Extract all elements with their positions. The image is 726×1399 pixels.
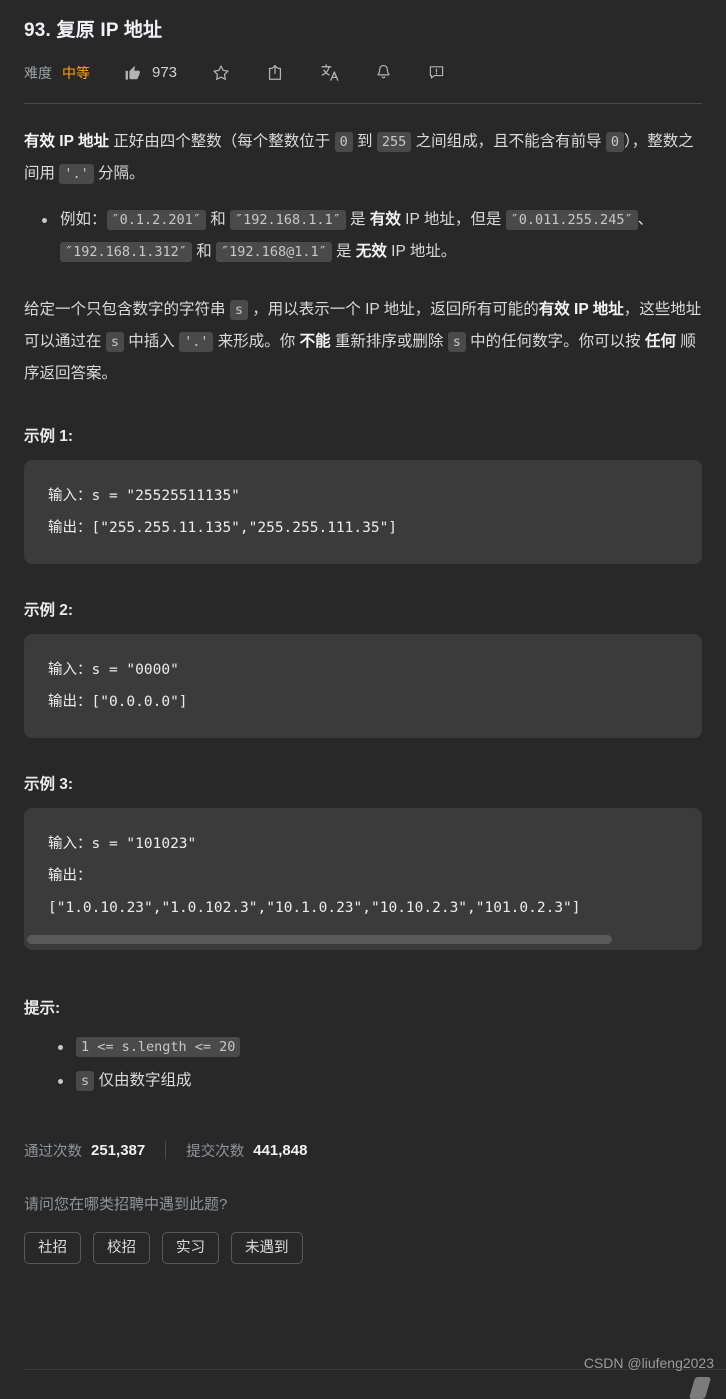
meta-toolbar: 难度 中等 973 (24, 51, 702, 95)
accepted-label: 通过次数 (24, 1143, 82, 1160)
poll-option-internship[interactable]: 实习 (162, 1231, 219, 1264)
desc2-code-s-1: s (229, 299, 248, 320)
bullet-code-invalid-3: ″192.168@1.1″ (216, 241, 332, 262)
desc-bold-lead: 有效 IP 地址 (24, 132, 109, 150)
list-item: s 仅由数字组成 (58, 1064, 702, 1098)
scrollbar-thumb[interactable] (27, 934, 612, 944)
watermark: CSDN @liufeng2023 (583, 1355, 714, 1371)
example-2-codeblock: 输入：s = "0000" 输出：["0.0.0.0"] (24, 633, 702, 738)
bullet-text-7: 是 (331, 242, 356, 260)
bullet-code-valid-1: ″0.1.2.201″ (106, 209, 206, 230)
bullet-text-5: 、 (637, 210, 654, 228)
desc2-bold-any: 任何 (645, 332, 677, 350)
desc-code-255: 255 (376, 131, 412, 152)
example-3-horizontal-scrollbar[interactable] (27, 934, 699, 944)
submissions-value: 441,848 (253, 1141, 308, 1159)
description-bullet-list: 例如： ″0.1.2.201″ 和 ″192.168.1.1″ 是 有效 IP 地… (24, 204, 702, 268)
example-3-code: 输入：s = "101023" 输出： ["1.0.10.23","1.0.10… (48, 835, 581, 916)
star-icon[interactable] (211, 60, 231, 86)
bullet-code-invalid-1: ″0.011.255.245″ (505, 209, 638, 230)
hints-list: 1 <= s.length <= 20 s 仅由数字组成 (24, 1030, 702, 1098)
submissions-label: 提交次数 (186, 1143, 245, 1160)
desc2-code-s-3: s (447, 331, 466, 352)
share-icon[interactable] (265, 60, 285, 86)
poll-option-campus-recruit[interactable]: 校招 (93, 1231, 150, 1264)
difficulty-label: 难度 (24, 64, 52, 81)
bullet-text-4: IP 地址，但是 (400, 210, 506, 228)
desc-text-1: 正好由四个整数（每个整数位于 (108, 132, 335, 150)
hint-code-s: s (76, 1070, 95, 1091)
desc2-text-1: 给定一个只包含数字的字符串 (24, 300, 230, 318)
desc2-text-5: 来形成。你 (213, 332, 300, 350)
bullet-text-6: 和 (191, 242, 217, 260)
bullet-bold-valid: 有效 (369, 210, 401, 228)
hint-code-length: 1 <= s.length <= 20 (76, 1036, 241, 1057)
bullet-code-invalid-2: ″192.168.1.312″ (60, 241, 192, 262)
difficulty-value[interactable]: 中等 (62, 63, 90, 83)
desc-code-leading-zero: 0 (605, 131, 625, 152)
translate-icon[interactable] (319, 60, 340, 86)
desc-text-2: 到 (352, 132, 377, 150)
bullet-text-2: 和 (205, 210, 231, 228)
desc2-text-4: 中插入 (123, 332, 180, 350)
description-paragraph-2: 给定一个只包含数字的字符串 s ，用以表示一个 IP 地址，返回所有可能的有效 … (24, 294, 702, 390)
hint-text-2: 仅由数字组成 (94, 1071, 192, 1089)
accepted-value: 251,387 (91, 1141, 146, 1159)
list-item: 例如： ″0.1.2.201″ 和 ″192.168.1.1″ 是 有效 IP 地… (42, 204, 702, 268)
like-button[interactable]: 973 (124, 60, 177, 86)
bullet-text-1: 例如： (60, 210, 107, 228)
desc-code-0: 0 (334, 131, 353, 152)
feedback-icon[interactable] (427, 60, 446, 86)
bullet-text-8: IP 地址。 (386, 242, 457, 260)
desc2-text-7: 中的任何数字。你可以按 (465, 332, 645, 350)
example-3-codeblock: 输入：s = "101023" 输出： ["1.0.10.23","1.0.10… (24, 807, 702, 950)
poll-option-not-encountered[interactable]: 未遇到 (231, 1231, 303, 1264)
stats-separator (165, 1141, 167, 1160)
desc2-text-6: 重新排序或删除 (330, 332, 448, 350)
desc-code-dot: '.' (59, 163, 94, 184)
description-paragraph-1: 有效 IP 地址 正好由四个整数（每个整数位于 0 到 255 之间组成，且不能… (24, 126, 702, 190)
example-2-title: 示例 2: (24, 601, 74, 619)
page-title: 93. 复原 IP 地址 (24, 20, 163, 41)
hints-title: 提示: (24, 999, 61, 1017)
poll-options: 社招 校招 实习 未遇到 (24, 1231, 702, 1264)
desc-text-5: 分隔。 (93, 164, 145, 182)
poll-question: 请问您在哪类招聘中遇到此题? (24, 1195, 228, 1213)
bullet-code-valid-2: ″192.168.1.1″ (230, 209, 346, 230)
thumbs-up-icon[interactable] (124, 60, 143, 86)
bell-icon[interactable] (374, 60, 393, 86)
example-1-title: 示例 1: (24, 427, 74, 445)
bullet-bold-invalid: 无效 (355, 242, 387, 260)
example-1-code: 输入：s = "25525511135" 输出：["255.255.11.135… (48, 487, 398, 536)
problem-page: 93. 复原 IP 地址 难度 中等 973 有效 IP 地址 正好由四个整数（… (0, 0, 726, 1264)
desc2-text-2: ，用以表示一个 IP 地址，返回所有可能的 (247, 300, 539, 318)
poll-option-social-recruit[interactable]: 社招 (24, 1231, 81, 1264)
bullet-text-3: 是 (345, 210, 370, 228)
example-3-title: 示例 3: (24, 775, 74, 793)
corner-glyph (688, 1377, 712, 1399)
example-1-codeblock: 输入：s = "25525511135" 输出：["255.255.11.135… (24, 459, 702, 564)
desc2-code-s-2: s (105, 331, 124, 352)
example-2-code: 输入：s = "0000" 输出：["0.0.0.0"] (48, 661, 188, 710)
like-count: 973 (152, 64, 178, 82)
desc2-bold-cannot: 不能 (299, 332, 331, 350)
header-divider (24, 102, 702, 104)
desc2-code-dot: '.' (179, 331, 214, 352)
desc-text-3: 之间组成，且不能含有前导 (411, 132, 606, 150)
list-item: 1 <= s.length <= 20 (58, 1030, 702, 1064)
desc2-bold-valid-ip: 有效 IP 地址 (538, 300, 624, 318)
stats-row: 通过次数 251,387 提交次数 441,848 (24, 1140, 702, 1161)
